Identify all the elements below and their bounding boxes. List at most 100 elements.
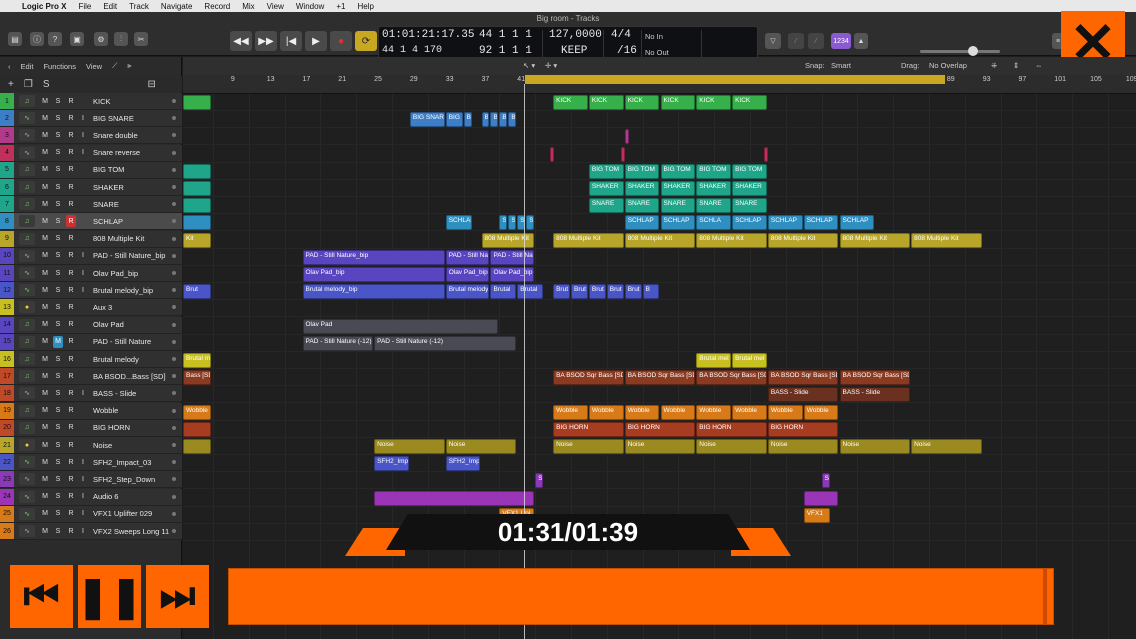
region[interactable]: 808 Multiple Kit [767, 232, 839, 248]
volume-knob[interactable] [968, 46, 978, 56]
vertical-zoom-icon[interactable]: ⇕ [1013, 61, 1019, 70]
track-header[interactable]: 16 ♫ M S R Brutal melody [0, 351, 182, 368]
input-monitor-button[interactable]: I [80, 112, 86, 124]
mute-button[interactable]: M [40, 164, 50, 176]
record-enable-button[interactable]: R [66, 129, 76, 141]
region[interactable]: Brut [624, 284, 642, 300]
solo-button[interactable]: S [53, 181, 63, 193]
region[interactable]: Brut [606, 284, 624, 300]
tuner-icon[interactable]: ⁄ [788, 33, 804, 49]
solo-button[interactable]: S [53, 129, 63, 141]
record-enable-button[interactable]: R [66, 233, 76, 245]
region[interactable]: Brutal [490, 284, 517, 300]
region[interactable] [183, 421, 211, 437]
mute-button[interactable]: M [40, 370, 50, 382]
solo-button[interactable]: S [53, 215, 63, 227]
solo-button[interactable]: S [53, 284, 63, 296]
region[interactable]: SCHLA [696, 215, 732, 231]
menu-file[interactable]: File [78, 2, 91, 11]
region[interactable]: BA BSOD Sqr Bass [SD [553, 370, 624, 386]
region[interactable]: SNARE [732, 198, 767, 214]
back-icon[interactable]: ‹ [8, 62, 11, 71]
region[interactable]: SCHLAP [660, 215, 696, 231]
go-to-start-button[interactable]: |◀ [280, 31, 302, 51]
region[interactable]: Wobble [588, 404, 624, 420]
track-header[interactable]: 22 ∿ M S R I SFH2_Impact_03 [0, 454, 182, 472]
record-enable-button[interactable]: R [66, 508, 76, 520]
track-header[interactable]: 3 ∿ M S R I Snare double [0, 127, 182, 145]
menu-mix[interactable]: Mix [242, 2, 254, 11]
automation-icon[interactable]: ⟋ [112, 61, 117, 71]
region[interactable]: SHAKER [660, 181, 696, 196]
track-header[interactable]: 18 ∿ M S R I BASS - Slide [0, 385, 182, 403]
menu-track[interactable]: Track [129, 2, 149, 11]
region[interactable]: BA BSOD Sqr Bass [SD [767, 370, 839, 386]
track-lane[interactable] [183, 404, 1136, 421]
region[interactable]: SCHLAP [803, 215, 839, 231]
metronome-icon[interactable]: ▲ [854, 33, 868, 49]
region[interactable]: BA BSOD Sqr Bass [SD [839, 370, 911, 386]
pointer-tool-icon[interactable]: ↖ ▾ [523, 61, 535, 70]
region[interactable]: KICK [624, 95, 660, 110]
record-enable-button[interactable]: R [66, 370, 76, 382]
mute-button[interactable]: M [40, 250, 50, 262]
input-monitor-button[interactable]: I [80, 508, 86, 520]
record-enable-button[interactable]: R [66, 491, 76, 503]
region[interactable]: S [499, 215, 508, 231]
progress-handle[interactable] [1043, 569, 1047, 624]
record-enable-button[interactable]: R [66, 473, 76, 485]
solo-button[interactable]: M [53, 335, 63, 348]
region[interactable]: BA BSOD Sqr Bass [SD [696, 370, 767, 386]
arrange-area[interactable]: KICKKICKKICKKICKKICKKICKBIG SNAREBIG SNA… [183, 94, 1136, 639]
region[interactable]: BIG SNAR [445, 112, 463, 128]
master-volume-slider[interactable] [920, 46, 1000, 56]
solo-button[interactable]: S [53, 233, 63, 245]
solo-button[interactable]: S [53, 301, 63, 313]
add-track-button[interactable]: + [8, 79, 14, 90]
track-lane[interactable] [183, 386, 1136, 404]
region[interactable]: BIG TOM [588, 163, 624, 179]
region[interactable]: BIG TOM [660, 163, 696, 179]
solo-button[interactable]: S [53, 267, 63, 279]
region[interactable]: BASS - Slide [767, 387, 839, 403]
record-enable-button[interactable]: R [66, 198, 76, 210]
play-button[interactable]: ▶ [305, 31, 327, 51]
mixer-icon[interactable]: ⫶ [114, 32, 128, 46]
region[interactable]: Brut [571, 284, 588, 300]
mute-button[interactable]: M [40, 387, 50, 399]
track-header[interactable]: 25 ∿ M S R I VFX1 Uplifter 029 [0, 505, 182, 523]
input-monitor-button[interactable]: I [80, 473, 86, 485]
region[interactable]: Brutal mel [183, 353, 211, 368]
snap-select[interactable]: Smart [831, 61, 851, 70]
solo-button[interactable]: S [53, 422, 63, 434]
region[interactable]: Wobble [767, 404, 803, 420]
mute-button[interactable]: M [40, 422, 50, 434]
track-header[interactable]: 1 ♫ M S R KICK [0, 93, 182, 110]
list-editors-icon[interactable]: ▽ [765, 33, 781, 49]
track-lane[interactable] [183, 455, 1136, 473]
region[interactable]: SNARE [660, 198, 696, 214]
solo-button[interactable]: S [53, 112, 63, 124]
region[interactable]: Brut [553, 284, 570, 300]
record-enable-button[interactable]: R [66, 456, 76, 468]
region[interactable]: SNARE [624, 198, 660, 214]
region[interactable]: S [508, 215, 517, 231]
record-enable-button[interactable]: R [66, 439, 76, 451]
library-icon[interactable]: ▤ [8, 32, 22, 46]
mute-button[interactable]: M [40, 508, 50, 520]
track-lane[interactable] [183, 352, 1136, 369]
view-menu[interactable]: View [86, 62, 102, 71]
region[interactable]: SCHLAP [732, 215, 767, 231]
help-icon[interactable]: ? [48, 32, 62, 46]
region[interactable]: SFH2_Imp [374, 456, 409, 472]
region[interactable]: Brutal mel [696, 353, 732, 368]
solo-button[interactable]: S [53, 319, 63, 331]
region[interactable] [183, 439, 211, 454]
region[interactable]: Olav Pad_bip [445, 267, 490, 282]
mute-button[interactable]: M [40, 336, 50, 348]
record-enable-button[interactable]: R [66, 284, 76, 296]
region[interactable]: PAD - Still Nature (-12) [302, 335, 374, 351]
region[interactable]: Kit [183, 232, 211, 248]
mute-button[interactable]: M [40, 525, 50, 537]
region[interactable]: 808 Multiple Kit [839, 232, 911, 248]
